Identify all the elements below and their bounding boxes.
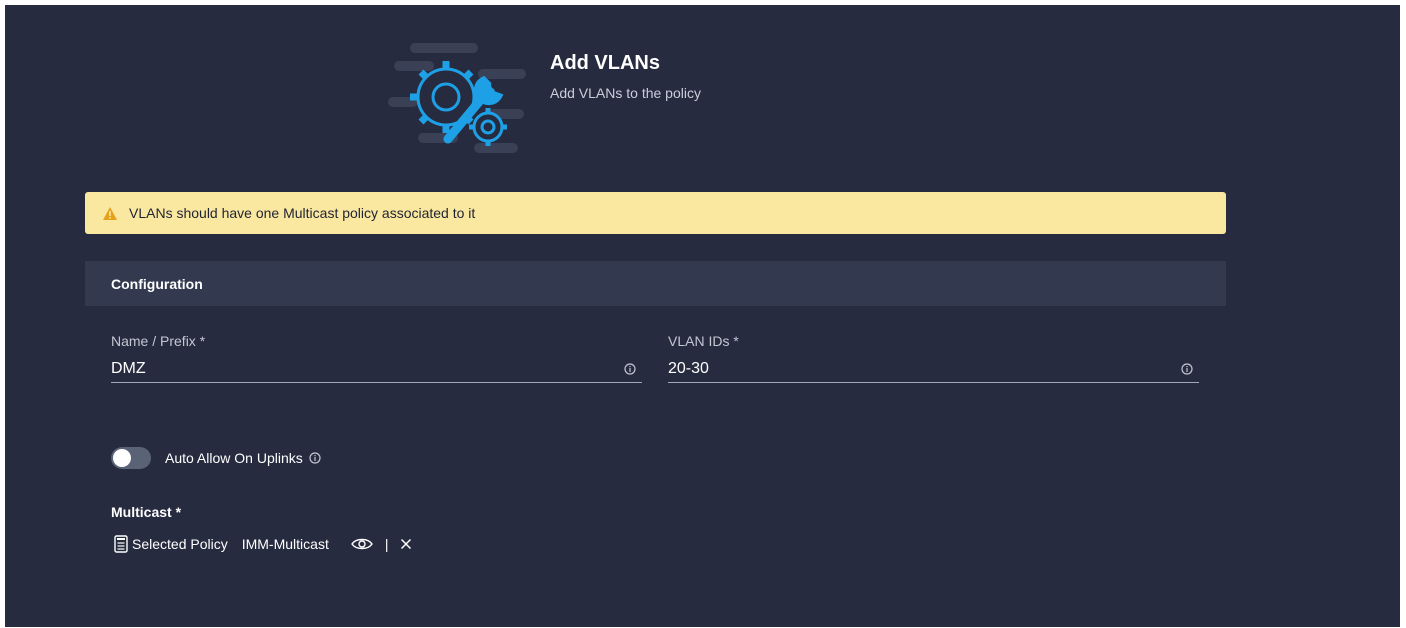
info-icon[interactable] [624,363,636,375]
alert-text: VLANs should have one Multicast policy a… [129,205,476,221]
auto-allow-toggle[interactable] [111,447,151,469]
policy-document-icon [114,535,128,553]
warning-icon [103,206,117,220]
vlan-ids-label: VLAN IDs * [668,333,739,349]
toggle-knob [113,449,131,467]
info-icon[interactable] [309,452,321,464]
selected-policy-name: IMM-Multicast [241,536,329,552]
name-prefix-label: Name / Prefix * [111,333,206,349]
multicast-label: Multicast * [111,504,182,520]
remove-close-icon[interactable] [400,538,412,550]
warning-alert: VLANs should have one Multicast policy a… [85,192,1226,234]
vlan-ids-field: VLAN IDs * [668,333,1199,389]
name-prefix-field: Name / Prefix * [111,333,642,389]
info-icon[interactable] [1181,363,1193,375]
name-prefix-input[interactable] [111,355,642,383]
auto-allow-row: Auto Allow On Uplinks [111,447,321,469]
view-eye-icon[interactable] [351,537,373,551]
selected-policy-label: Selected Policy [132,536,228,552]
add-vlans-panel: Add VLANs Add VLANs to the policy VLANs … [5,5,1400,627]
configuration-section-header: Configuration [85,261,1226,306]
vlan-ids-input[interactable] [668,355,1199,383]
gears-wrench-icon [388,39,528,157]
page-subtitle: Add VLANs to the policy [550,85,701,101]
selected-policy-row: Selected Policy IMM-Multicast | [114,535,412,553]
separator: | [384,536,389,552]
page-title: Add VLANs [550,52,660,74]
auto-allow-label: Auto Allow On Uplinks [165,450,303,466]
